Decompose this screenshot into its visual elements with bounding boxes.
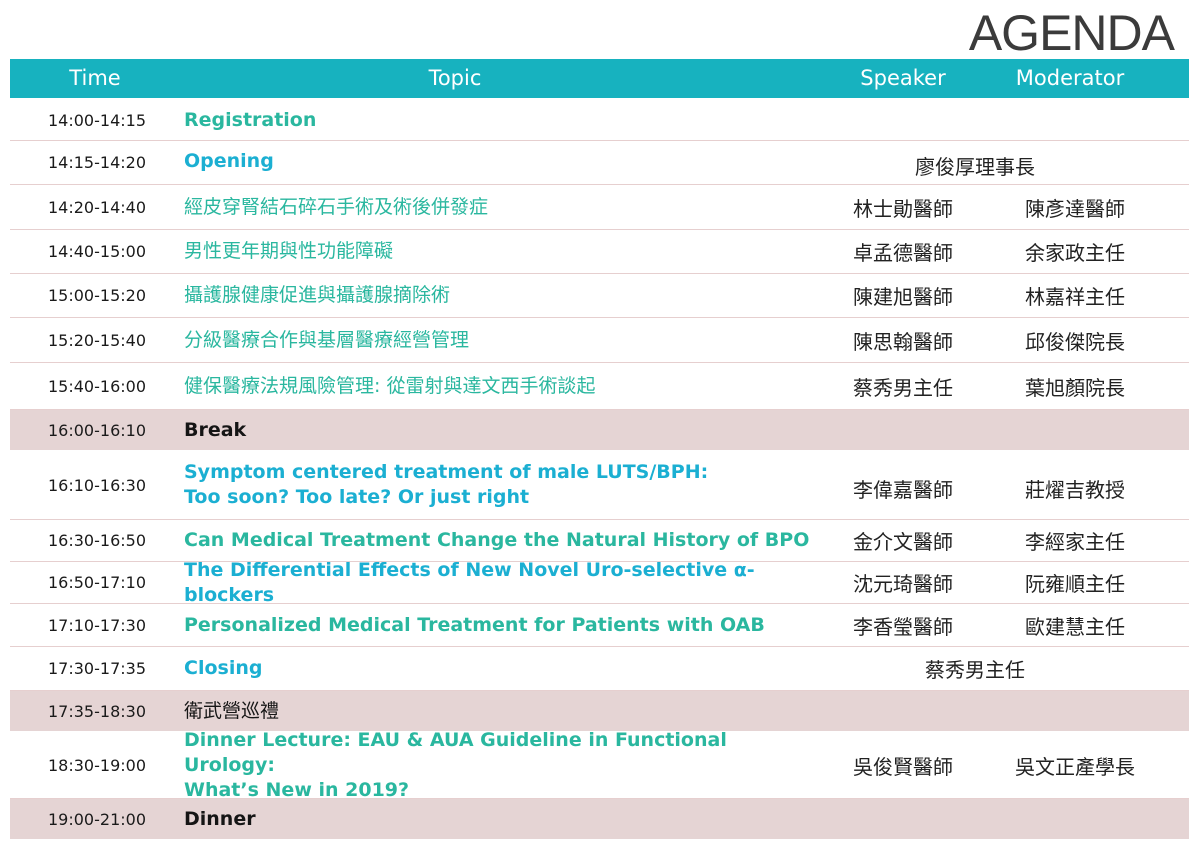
row-moderator: 阮雍順主任 — [1025, 572, 1125, 596]
row-time: 14:40-15:00 — [48, 242, 146, 261]
row-time: 14:20-14:40 — [48, 197, 146, 217]
row-moderator: 莊燿吉教授 — [1025, 477, 1125, 502]
header-time: Time — [69, 66, 121, 90]
row-host: 蔡秀男主任 — [925, 658, 1025, 682]
row-speaker: 金介文醫師 — [853, 530, 953, 554]
row-host: 廖俊厚理事長 — [915, 155, 1035, 179]
row-time: 15:20-15:40 — [48, 330, 146, 350]
topic-text: 健保醫療法規風險管理: 從雷射與達文西手術談起 — [184, 374, 596, 397]
row-topic: Symptom centered treatment of male LUTS/… — [184, 451, 824, 519]
row-speaker: 林士勛醫師 — [853, 196, 953, 221]
agenda-row: 15:00-15:20 攝護腺健康促進與攝護腺摘除術 陳建旭醫師 林嘉祥主任 — [10, 274, 1189, 318]
agenda-row: 14:20-14:40 經皮穿腎結石碎石手術及術後併發症 林士勛醫師 陳彥達醫師 — [10, 185, 1189, 230]
row-topic: 男性更年期與性功能障礙 — [184, 230, 824, 273]
agenda-row: 17:10-17:30 Personalized Medical Treatme… — [10, 604, 1189, 647]
agenda-row: 15:20-15:40 分級醫療合作與基層醫療經營管理 陳思翰醫師 邱俊傑院長 — [10, 318, 1189, 363]
row-topic: 攝護腺健康促進與攝護腺摘除術 — [184, 274, 824, 317]
row-speaker: 卓孟德醫師 — [853, 241, 953, 265]
agenda-table: 14:00-14:15 Registration 14:15-14:20 Ope… — [10, 100, 1189, 839]
row-moderator: 陳彥達醫師 — [1025, 196, 1125, 221]
topic-text: Personalized Medical Treatment for Patie… — [184, 613, 765, 636]
agenda-row: 16:10-16:30 Symptom centered treatment o… — [10, 451, 1189, 520]
topic-text: 攝護腺健康促進與攝護腺摘除術 — [184, 284, 451, 306]
topic-text: The Differential Effects of New Novel Ur… — [184, 558, 755, 606]
row-speaker: 李香瑩醫師 — [853, 614, 953, 639]
topic-text: 衛武營巡禮 — [184, 699, 280, 722]
row-moderator: 林嘉祥主任 — [1025, 285, 1125, 309]
row-topic: Registration — [184, 100, 824, 140]
row-moderator: 葉旭顏院長 — [1025, 375, 1125, 400]
topic-text: Closing — [184, 657, 263, 679]
agenda-row-break: 16:00-16:10 Break — [10, 410, 1189, 451]
row-moderator: 吳文正產學長 — [1015, 754, 1135, 779]
agenda-row-tour: 17:35-18:30 衛武營巡禮 — [10, 691, 1189, 732]
topic-text: 經皮穿腎結石碎石手術及術後併發症 — [184, 195, 489, 218]
row-time: 16:50-17:10 — [48, 573, 146, 592]
topic-text: Opening — [184, 150, 274, 172]
row-topic: Dinner Lecture: EAU & AUA Guideline in F… — [184, 729, 824, 801]
topic-text: 男性更年期與性功能障礙 — [184, 240, 394, 262]
header-moderator: Moderator — [1015, 66, 1125, 90]
row-time: 14:00-14:15 — [48, 110, 146, 130]
agenda-row: 16:50-17:10 The Differential Effects of … — [10, 559, 1189, 606]
row-time: 14:15-14:20 — [48, 153, 146, 172]
row-time: 16:00-16:10 — [48, 420, 146, 440]
row-time: 17:10-17:30 — [48, 615, 146, 635]
row-speaker: 李偉嘉醫師 — [853, 477, 953, 502]
row-moderator: 李經家主任 — [1025, 530, 1125, 554]
topic-text: 分級醫療合作與基層醫療經營管理 — [184, 328, 470, 351]
row-topic: Closing — [184, 647, 824, 690]
topic-text: Dinner — [184, 807, 256, 830]
row-speaker: 陳思翰醫師 — [853, 329, 953, 354]
row-speaker: 吳俊賢醫師 — [853, 754, 953, 779]
row-topic: The Differential Effects of New Novel Ur… — [184, 559, 824, 606]
agenda-row-dinner-lecture: 18:30-19:00 Dinner Lecture: EAU & AUA Gu… — [10, 729, 1189, 801]
row-topic: 經皮穿腎結石碎石手術及術後併發症 — [184, 185, 824, 229]
row-time: 16:10-16:30 — [48, 475, 146, 495]
row-speaker: 蔡秀男主任 — [853, 375, 953, 400]
agenda-row: 15:40-16:00 健保醫療法規風險管理: 從雷射與達文西手術談起 蔡秀男主… — [10, 363, 1189, 410]
row-moderator: 余家政主任 — [1025, 241, 1125, 265]
agenda-row: 16:30-16:50 Can Medical Treatment Change… — [10, 520, 1189, 562]
row-topic: Can Medical Treatment Change the Natural… — [184, 520, 824, 561]
row-time: 19:00-21:00 — [48, 809, 146, 829]
agenda-row-closing: 17:30-17:35 Closing 蔡秀男主任 — [10, 647, 1189, 691]
row-topic: Break — [184, 410, 824, 450]
agenda-row-dinner: 19:00-21:00 Dinner — [10, 799, 1189, 839]
row-time: 17:30-17:35 — [48, 659, 146, 678]
header-speaker: Speaker — [860, 66, 946, 90]
topic-text: Break — [184, 418, 247, 441]
row-moderator: 歐建慧主任 — [1025, 614, 1125, 639]
row-moderator: 邱俊傑院長 — [1025, 329, 1125, 354]
row-time: 15:40-16:00 — [48, 376, 146, 396]
topic-text-line-1: Symptom centered treatment of male LUTS/… — [184, 461, 709, 483]
row-speaker: 陳建旭醫師 — [853, 285, 953, 309]
header-topic: Topic — [428, 66, 482, 90]
topic-text-line-1: Dinner Lecture: EAU & AUA Guideline in F… — [184, 728, 727, 776]
row-topic: 分級醫療合作與基層醫療經營管理 — [184, 318, 824, 362]
row-topic: 衛武營巡禮 — [184, 691, 824, 731]
agenda-title: AGENDA — [968, 5, 1175, 61]
row-speaker: 沈元琦醫師 — [853, 572, 953, 596]
topic-text-line-2: Too soon? Too late? Or just right — [184, 486, 530, 508]
row-topic: Personalized Medical Treatment for Patie… — [184, 604, 824, 646]
row-time: 16:30-16:50 — [48, 531, 146, 550]
row-topic: 健保醫療法規風險管理: 從雷射與達文西手術談起 — [184, 363, 824, 409]
topic-text: Registration — [184, 108, 317, 131]
row-time: 17:35-18:30 — [48, 701, 146, 721]
row-topic: Dinner — [184, 799, 824, 839]
topic-text: Can Medical Treatment Change the Natural… — [184, 529, 810, 551]
row-time: 15:00-15:20 — [48, 286, 146, 305]
agenda-row-registration: 14:00-14:15 Registration — [10, 100, 1189, 141]
row-topic: Opening — [184, 141, 824, 184]
agenda-row-opening: 14:15-14:20 Opening 廖俊厚理事長 — [10, 141, 1189, 185]
table-header: Time Topic Speaker Moderator — [10, 59, 1189, 98]
row-time: 18:30-19:00 — [48, 755, 146, 775]
agenda-row: 14:40-15:00 男性更年期與性功能障礙 卓孟德醫師 余家政主任 — [10, 230, 1189, 274]
